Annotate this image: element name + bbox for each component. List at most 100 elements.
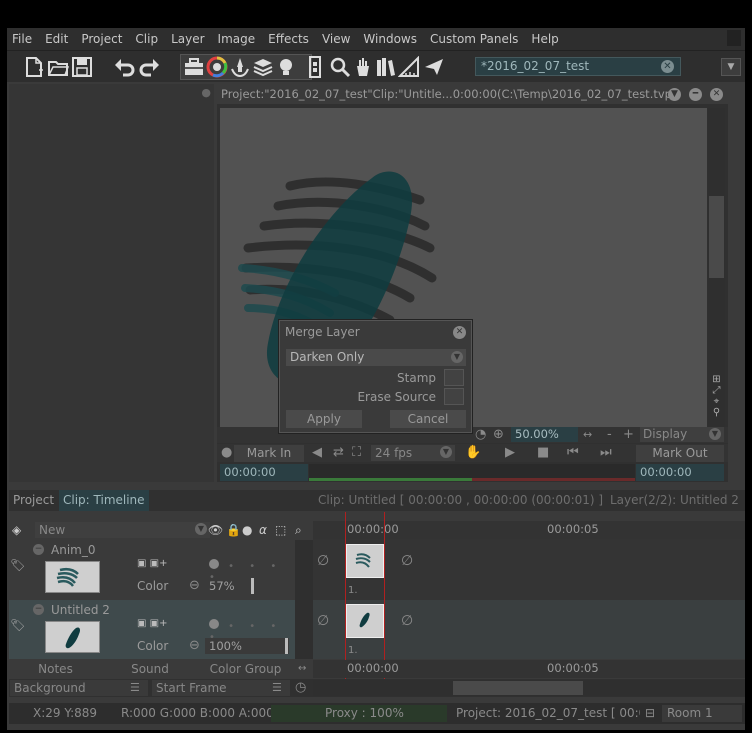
skip-back-icon[interactable]: ⏮ (567, 445, 579, 461)
layers-icon[interactable] (252, 56, 274, 78)
settings-dot-icon[interactable]: ● (221, 445, 232, 461)
menu-view[interactable]: View (317, 32, 358, 46)
layer-row[interactable]: − Untitled 2 🏷 ▣ ▣+ • • • • Color ⊖ 100% (9, 600, 295, 659)
playhead-end[interactable] (384, 512, 385, 682)
redo-icon[interactable] (138, 56, 160, 78)
clear-icon[interactable]: ✕ (661, 60, 674, 73)
tab-sound[interactable]: Sound (105, 660, 195, 678)
eye-icon[interactable]: 👁 (208, 522, 223, 538)
alpha-icon[interactable]: α (259, 522, 267, 538)
tab-notes[interactable]: Notes (9, 660, 102, 678)
mark-out-time[interactable]: 00:00:00 (636, 464, 724, 481)
paint-bucket-icon[interactable] (352, 56, 374, 78)
menu-file[interactable]: File (7, 32, 40, 46)
frames-area[interactable]: ∅ ∅ ∅ ∅ 1. 1. (313, 539, 745, 659)
books-icon[interactable] (375, 56, 397, 78)
open-folder-icon[interactable] (47, 56, 70, 78)
chevron-down-icon[interactable]: ▼ (668, 88, 681, 101)
color-group-icon[interactable]: ⊖ (189, 638, 200, 654)
opacity-slider[interactable]: 57% (205, 578, 289, 594)
stamp-checkbox[interactable] (444, 369, 464, 386)
menu-effects[interactable]: Effects (263, 32, 317, 46)
background-dropdown[interactable]: Background ☰ (10, 680, 148, 696)
apply-button[interactable]: Apply (286, 410, 362, 428)
zoom-field[interactable]: 50.00% (511, 427, 578, 442)
display-dropdown[interactable]: Display ▼ (640, 427, 724, 442)
color-wheel-icon[interactable] (206, 56, 228, 78)
search-icon[interactable]: ⌕ (295, 522, 302, 538)
clock-icon[interactable]: ◷ (295, 680, 306, 696)
sound-icon[interactable]: ◀ (312, 445, 322, 461)
compass-icon[interactable]: ⌖ (708, 396, 725, 407)
timeline-hscrollbar[interactable] (313, 680, 745, 696)
menu-project[interactable]: Project (76, 32, 130, 46)
project-selector[interactable]: *2016_02_07_test ✕ (475, 57, 681, 76)
fullscreen-icon[interactable]: ⛶ (352, 445, 361, 461)
visibility-dot[interactable] (209, 559, 219, 569)
select-icon[interactable]: ⬚ (275, 522, 286, 538)
tag-icon[interactable]: 🏷 (10, 558, 25, 572)
new-layer-dropdown[interactable]: New ▼ (35, 522, 210, 538)
menu-edit[interactable]: Edit (40, 32, 76, 46)
fit-icon[interactable]: ⊞ (708, 374, 725, 385)
bottom-ruler[interactable]: 00:00:00 00:00:05 (313, 660, 745, 678)
opacity-handle[interactable] (251, 578, 254, 594)
frame-cell[interactable] (346, 604, 384, 638)
menu-image[interactable]: Image (213, 32, 264, 46)
paper-plane-icon[interactable] (423, 56, 445, 78)
fps-dropdown[interactable]: 24 fps ▼ (371, 445, 455, 461)
scrollbar-thumb[interactable] (709, 196, 724, 278)
pin-icon[interactable]: ⚲ (708, 407, 725, 418)
bulb-icon[interactable]: ● (242, 522, 252, 538)
room-icon[interactable]: ⊟ (645, 706, 655, 720)
new-file-icon[interactable] (23, 56, 45, 78)
room-selector[interactable]: Room 1 (662, 705, 742, 722)
zoom-out-button[interactable]: - (607, 427, 612, 443)
play-icon[interactable]: ▶ (505, 445, 515, 461)
rotate-icon[interactable]: ◔ (475, 427, 486, 443)
frame-cell[interactable] (346, 544, 384, 578)
erase-source-checkbox[interactable] (444, 388, 464, 405)
center-icon[interactable]: ⊕ (493, 427, 504, 443)
save-icon[interactable] (71, 56, 93, 78)
arrows-icon[interactable]: ↔ (583, 427, 592, 443)
skip-forward-icon[interactable]: ⏭ (600, 445, 612, 461)
ruler-icon[interactable] (397, 55, 420, 78)
layers-icon[interactable]: ◈ (12, 522, 21, 538)
opacity-handle[interactable] (285, 638, 288, 654)
timeline-ruler[interactable]: 00:00:00 00:00:05 (313, 521, 745, 539)
pin-icon[interactable]: ● (201, 86, 211, 99)
tab-clip-timeline[interactable]: Clip: Timeline (59, 490, 149, 511)
opacity-slider[interactable]: 100% (205, 638, 289, 654)
hand-icon[interactable]: ✋ (465, 445, 481, 461)
collapse-icon[interactable]: − (33, 544, 44, 555)
menu-help[interactable]: Help (526, 32, 566, 46)
merge-mode-select[interactable]: Darken Only ▼ (286, 349, 466, 366)
playhead-start[interactable] (345, 512, 346, 682)
lock-icon[interactable]: 🔒 (226, 522, 241, 538)
fx-icons[interactable]: ▣ ▣+ (137, 558, 167, 569)
collapse-icon[interactable]: − (33, 604, 44, 615)
zoom-in-button[interactable]: + (623, 427, 634, 443)
layers-scrollbar[interactable] (295, 540, 313, 659)
loop-icon[interactable]: ⇄ (333, 445, 344, 461)
visibility-dot[interactable] (209, 619, 219, 629)
magnifier-icon[interactable] (329, 56, 351, 78)
expand-icon[interactable]: ⤢ (708, 385, 725, 396)
close-icon[interactable]: ✕ (710, 88, 723, 101)
scrollbar-thumb[interactable] (453, 681, 583, 695)
color-group-icon[interactable]: ⊖ (189, 578, 200, 594)
tab-color-group[interactable]: Color Group (198, 660, 293, 678)
film-strip-icon[interactable] (307, 56, 323, 78)
layer-row[interactable]: − Anim_0 🏷 ▣ ▣+ • • • • Color ⊖ 57% (9, 540, 295, 599)
lightbulb-icon[interactable] (275, 56, 297, 78)
tag-icon[interactable]: 🏷 (10, 618, 25, 632)
close-icon[interactable]: ✕ (453, 326, 466, 339)
menu-windows[interactable]: Windows (358, 32, 425, 46)
stop-icon[interactable]: ■ (537, 445, 549, 461)
undo-icon[interactable] (114, 56, 136, 78)
fx-icons[interactable]: ▣ ▣+ (137, 618, 167, 629)
minimize-icon[interactable]: ━ (689, 88, 702, 101)
mark-in-time[interactable]: 00:00:00 (220, 464, 308, 481)
start-frame-dropdown[interactable]: Start Frame ☰ (152, 680, 290, 696)
